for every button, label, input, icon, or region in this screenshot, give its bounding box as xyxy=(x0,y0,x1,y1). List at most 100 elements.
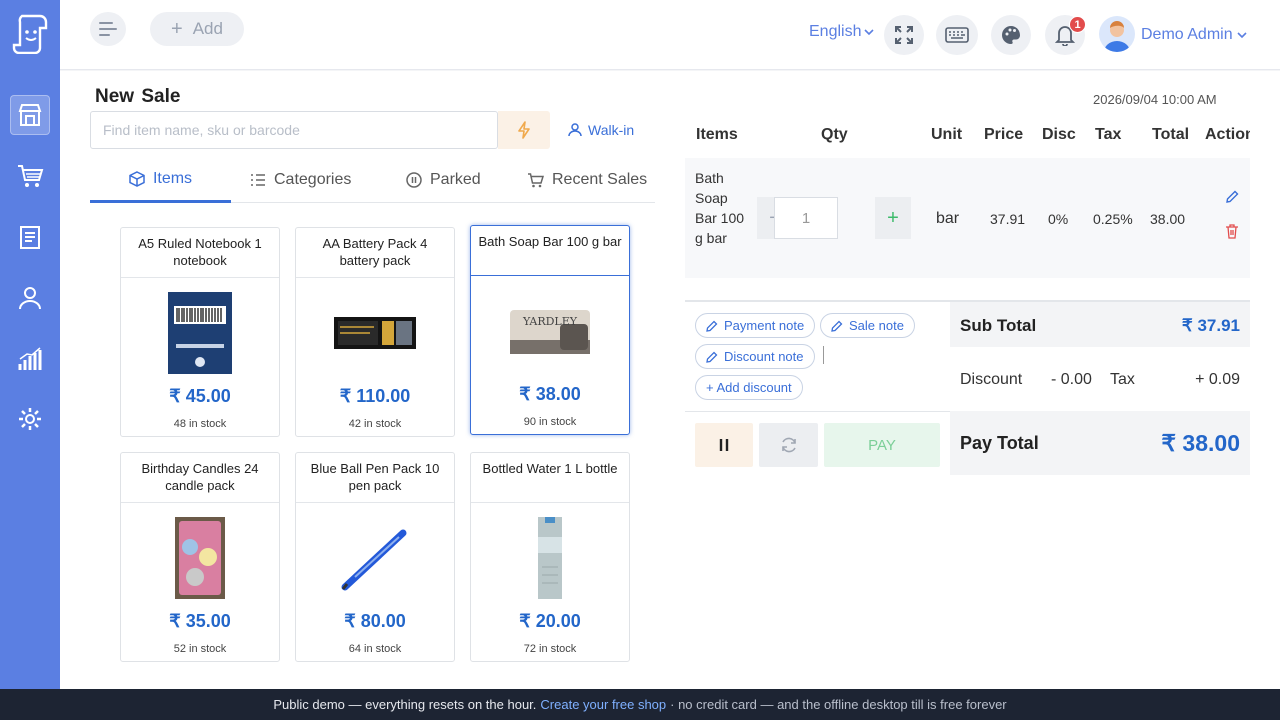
header-total: Total xyxy=(1152,126,1190,143)
sale-note-button[interactable]: Sale note xyxy=(820,313,915,338)
product-tabs: Items Categories Parked Recent Sales xyxy=(90,157,655,203)
product-name: Blue Ball Pen Pack 10 pen pack xyxy=(296,453,454,503)
logo-icon xyxy=(12,14,48,55)
header-price: Price xyxy=(984,126,1024,143)
product-image: YARDLEY xyxy=(471,306,629,358)
nav-customers[interactable] xyxy=(10,278,50,318)
nav-reports[interactable] xyxy=(10,339,50,379)
add-label: Add xyxy=(192,19,223,38)
store-icon xyxy=(18,104,42,126)
customer-selector[interactable]: Walk-in xyxy=(568,122,634,138)
plus-icon: + xyxy=(171,17,183,40)
pay-total-label: Pay Total xyxy=(960,433,1039,453)
quick-add-button[interactable] xyxy=(498,111,550,149)
user-menu[interactable]: Demo Admin xyxy=(1141,26,1247,44)
product-price: ₹ 38.00 xyxy=(519,384,581,404)
product-card[interactable]: AA Battery Pack 4 battery pack ₹ 110.00 … xyxy=(295,227,455,437)
create-shop-link[interactable]: Create your free shop xyxy=(540,697,666,712)
product-name: A5 Ruled Notebook 1 notebook xyxy=(121,228,279,278)
theme-button[interactable] xyxy=(991,15,1031,55)
product-stock: 52 in stock xyxy=(173,643,227,655)
product-price: ₹ 20.00 xyxy=(519,611,581,631)
cart-header: Items Qty Unit Price Disc Tax Total Acti… xyxy=(685,123,1250,157)
tab-categories[interactable]: Categories xyxy=(250,157,351,202)
discount-note-button[interactable]: Discount note xyxy=(695,344,815,369)
clipboard-icon xyxy=(20,226,40,249)
sale-date: 2026/09/04 10:00 AM xyxy=(1093,92,1217,107)
sale-note-label: Sale note xyxy=(849,318,904,333)
edit-icon xyxy=(831,320,843,332)
avatar[interactable] xyxy=(1099,16,1135,52)
app-logo[interactable] xyxy=(10,10,50,55)
reset-sale-button[interactable] xyxy=(759,423,818,467)
product-name: Bath Soap Bar 100 g bar xyxy=(471,226,629,276)
cart-item-name: Bath Soap Bar 100 g bar xyxy=(695,170,745,246)
product-card[interactable]: Blue Ball Pen Pack 10 pen pack ₹ 80.00 6… xyxy=(295,452,455,662)
product-card[interactable]: Birthday Candles 24 candle pack ₹ 35.00 … xyxy=(120,452,280,662)
tab-parked[interactable]: Parked xyxy=(406,157,481,202)
cart-item-disc: 0% xyxy=(1048,211,1069,227)
language-label: English xyxy=(809,23,862,40)
list-icon xyxy=(251,173,265,186)
user-icon xyxy=(19,287,41,310)
product-price: ₹ 80.00 xyxy=(344,611,406,631)
water-bottle-image xyxy=(538,517,562,599)
keyboard-shortcuts-button[interactable] xyxy=(936,15,978,55)
product-card[interactable]: A5 Ruled Notebook 1 notebook ₹ 45.00 48 … xyxy=(120,227,280,437)
add-discount-button[interactable]: + Add discount xyxy=(695,375,803,400)
qty-input[interactable] xyxy=(774,197,838,239)
chevron-down-icon xyxy=(1237,31,1247,38)
payment-note-button[interactable]: Payment note xyxy=(695,313,816,338)
payment-note-label: Payment note xyxy=(724,318,805,333)
product-stock: 72 in stock xyxy=(523,643,577,655)
product-name: Bottled Water 1 L bottle xyxy=(471,453,629,503)
product-price: ₹ 35.00 xyxy=(169,611,231,631)
header-disc: Disc xyxy=(1042,126,1076,143)
tab-recent-sales[interactable]: Recent Sales xyxy=(527,157,647,202)
nav-pos[interactable] xyxy=(10,95,50,135)
cart-row: Bath Soap Bar 100 g bar − + bar 37.91 0%… xyxy=(685,158,1250,278)
user-icon xyxy=(568,123,582,137)
pen-image xyxy=(341,529,407,591)
tab-label: Recent Sales xyxy=(552,170,648,188)
menu-toggle-button[interactable] xyxy=(90,12,126,46)
cart-item-unit: bar xyxy=(936,210,960,227)
battery-pack-image xyxy=(334,317,416,349)
add-button[interactable]: + Add xyxy=(150,12,244,46)
item-search-input[interactable] xyxy=(90,111,498,149)
product-price: ₹ 45.00 xyxy=(169,386,231,406)
avatar-icon xyxy=(1104,21,1130,52)
pay-button[interactable]: PAY xyxy=(824,423,940,467)
tab-label: Categories xyxy=(274,170,352,188)
menu-icon xyxy=(99,22,117,36)
nav-inventory[interactable] xyxy=(10,217,50,257)
customer-label: Walk-in xyxy=(588,122,635,138)
refresh-icon xyxy=(781,437,796,453)
tab-items[interactable]: Items xyxy=(90,157,231,203)
edit-icon[interactable] xyxy=(1225,190,1239,204)
product-card[interactable]: Bottled Water 1 L bottle ₹ 20.00 72 in s… xyxy=(470,452,630,662)
tab-label: Parked xyxy=(430,170,481,188)
tax-value: + 0.09 xyxy=(1195,371,1240,388)
product-name: AA Battery Pack 4 battery pack xyxy=(296,228,454,278)
product-card[interactable]: Bath Soap Bar 100 g bar YARDLEY ₹ 38.00 … xyxy=(470,225,630,435)
language-selector[interactable]: English xyxy=(809,23,875,41)
product-image xyxy=(296,317,454,349)
pause-circle-icon xyxy=(406,171,422,188)
chevron-down-icon xyxy=(864,28,875,35)
trash-icon[interactable] xyxy=(1225,224,1239,239)
nav-purchases[interactable] xyxy=(10,156,50,196)
qty-increase-button[interactable]: + xyxy=(875,197,911,239)
sidebar xyxy=(0,0,60,689)
footer-tail: · no credit card — and the offline deskt… xyxy=(670,697,1007,712)
park-sale-button[interactable] xyxy=(695,423,753,467)
topbar: + Add English 1 Demo Admin xyxy=(60,0,1280,70)
gear-icon xyxy=(19,408,41,430)
palette-icon xyxy=(1002,26,1020,44)
header-qty: Qty xyxy=(821,126,848,143)
fullscreen-button[interactable] xyxy=(884,15,924,55)
nav-settings[interactable] xyxy=(10,399,50,439)
product-stock: 90 in stock xyxy=(523,416,577,428)
cube-icon xyxy=(129,170,145,187)
product-stock: 48 in stock xyxy=(173,418,227,430)
